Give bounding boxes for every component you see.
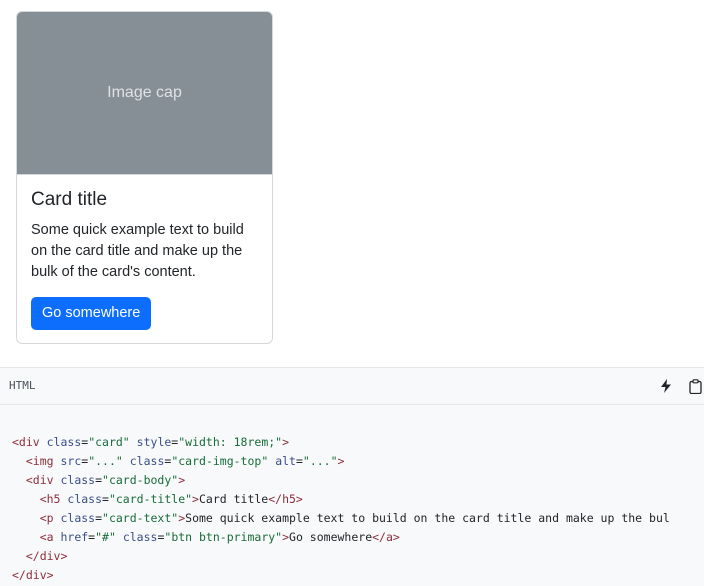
code-line: <div class="card-body"> — [12, 473, 185, 487]
code-token: "card-img-top" — [171, 454, 269, 468]
code-line: <p class="card-text">Some quick example … — [12, 511, 670, 525]
go-somewhere-button[interactable]: Go somewhere — [31, 297, 152, 330]
code-token: Go somewhere — [289, 530, 373, 544]
code-token: class — [46, 435, 82, 449]
code-token: class — [60, 473, 96, 487]
card-title: Card title — [31, 189, 108, 210]
code-token: alt — [275, 454, 296, 468]
code-token: = — [295, 454, 303, 468]
code-token: class — [67, 492, 103, 506]
code-toolbar: HTML — [0, 367, 704, 405]
code-token: "card" — [88, 435, 130, 449]
code-line: </div> — [12, 568, 54, 582]
code-token: class — [122, 530, 158, 544]
code-line: <img src="..." class="card-img-top" alt=… — [12, 454, 345, 468]
code-line: </div> — [12, 549, 68, 563]
code-line: <a href="#" class="btn btn-primary">Go s… — [12, 530, 400, 544]
code-token: > — [282, 530, 290, 544]
code-token: "card-text" — [102, 511, 179, 525]
code-language-label: HTML — [9, 379, 36, 392]
code-token: "..." — [88, 454, 123, 468]
code-token: style — [136, 435, 172, 449]
code-token: > — [282, 435, 290, 449]
code-token: </a> — [372, 530, 400, 544]
clipboard-icon[interactable] — [686, 377, 704, 395]
code-block: <div class="card" style="width: 18rem;">… — [0, 405, 704, 586]
code-token: <img — [12, 454, 61, 468]
lightning-bolt-icon[interactable] — [657, 377, 675, 395]
code-token: <div — [12, 473, 61, 487]
code-token: <div — [12, 435, 47, 449]
code-token: > — [337, 454, 345, 468]
code-token: href — [60, 530, 89, 544]
code-token: "width: 18rem;" — [178, 435, 283, 449]
code-content: <div class="card" style="width: 18rem;">… — [12, 433, 670, 585]
code-token: = — [95, 511, 103, 525]
code-line: <h5 class="card-title">Card title</h5> — [12, 492, 303, 506]
code-token: </div> — [12, 568, 54, 582]
code-token: class — [60, 511, 96, 525]
code-token: > — [178, 473, 186, 487]
code-token: <p — [12, 511, 61, 525]
card-image-cap-text: Image cap — [107, 84, 182, 101]
code-token: <a — [12, 530, 61, 544]
code-token: = — [95, 473, 103, 487]
card-image-cap: Image cap — [17, 12, 272, 175]
code-token: src — [60, 454, 82, 468]
code-token: "#" — [95, 530, 116, 544]
card: Image cap Card title Some quick example … — [16, 11, 273, 344]
code-token: "card-title" — [108, 492, 193, 506]
code-token: </h5> — [268, 492, 303, 506]
code-line: <div class="card" style="width: 18rem;"> — [12, 435, 289, 449]
code-token: "btn btn-primary" — [164, 530, 283, 544]
card-body: Card title Some quick example text to bu… — [17, 175, 272, 330]
code-token: "card-body" — [102, 473, 179, 487]
code-token: "..." — [302, 454, 338, 468]
code-token: <h5 — [12, 492, 68, 506]
code-token: </div> — [12, 549, 68, 563]
card-text: Some quick example text to build on the … — [31, 222, 244, 280]
code-token: > — [192, 492, 199, 506]
code-token: Card title — [198, 492, 269, 506]
code-token: Some quick example text to build on the … — [185, 511, 670, 525]
code-token: = — [102, 492, 109, 506]
code-token: class — [129, 454, 165, 468]
